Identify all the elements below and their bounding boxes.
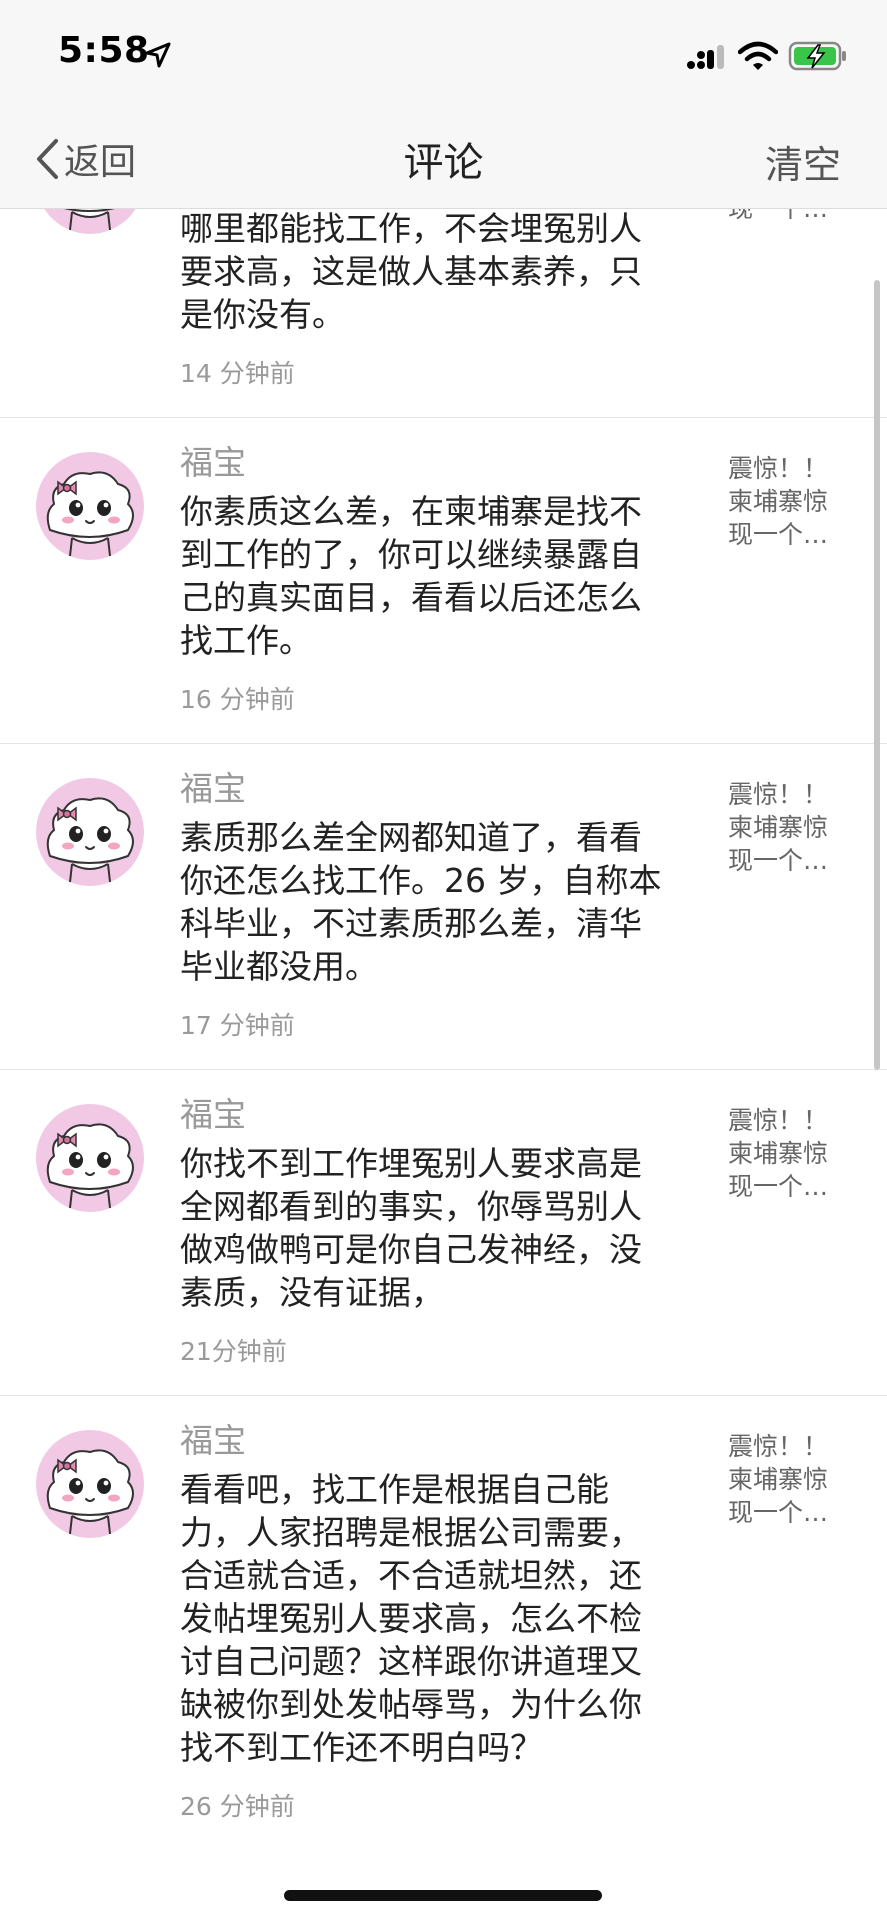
comment-text-line: 要求高，这是做人基本素养，只	[180, 252, 642, 291]
post-reference-link[interactable]: 震惊！！ 柬埔寨惊现一个…	[728, 1104, 848, 1203]
commenter-name[interactable]: 福宝	[180, 436, 246, 484]
post-reference-line: 现一个…	[728, 1172, 829, 1201]
comment-text: 你找不到工作埋冤别人要求高是 全网都看到的事实，你辱骂别人 做鸡做鸭可是你自己发神经…	[180, 1142, 705, 1314]
comment-timestamp: 16 分钟前	[180, 685, 295, 714]
comment-text-line: 你素质这么差，在柬埔寨是找不	[180, 492, 642, 531]
post-reference-link[interactable]: 震惊！！ 柬埔寨惊现一个…	[728, 452, 848, 551]
comment-item[interactable]: 福宝像你这样的废物多的是，有本事哪里都能找工作，不会埋冤别人要求高，这是做人基本…	[0, 209, 887, 418]
comment-text-line: 素质，没有证据，	[180, 1273, 444, 1312]
comment-list-content: 福宝 像你这样的废物多的是，有本事哪里都能找工作，不会埋冤别人要求高，这是做人基本…	[0, 209, 887, 1821]
comment-list[interactable]: 福宝 像你这样的废物多的是，有本事哪里都能找工作，不会埋冤别人要求高，这是做人基本…	[0, 209, 887, 1920]
avatar[interactable]	[36, 209, 144, 234]
comment-item[interactable]: 福宝素质那么差全网都知道了，看看 你还怎么找工作。26 岁，自称本 科毕业，不过素质…	[0, 744, 887, 1070]
comment-timestamp: 14 分钟前	[180, 359, 295, 388]
comment-text-line: 找不到工作还不明白吗？	[180, 1728, 543, 1767]
status-bar: 5:58	[0, 0, 887, 108]
comment-item[interactable]: 福宝看看吧，找工作是根据自己能 力，人家招聘是根据公司需要， 合适就合适，不合适就坦…	[0, 1396, 887, 1821]
comment-text-line: 你找不到工作埋冤别人要求高是	[180, 1144, 642, 1183]
avatar[interactable]	[36, 1430, 144, 1538]
post-reference-line: 柬埔寨惊	[728, 813, 829, 842]
comment-text-line: 全网都看到的事实，你辱骂别人	[180, 1187, 642, 1226]
post-reference-line: 柬埔寨惊	[728, 1465, 829, 1494]
comment-text-line: 素质那么差全网都知道了，看看	[180, 818, 642, 857]
comment-text-line: 发帖埋冤别人要求高，怎么不检	[180, 1599, 642, 1638]
post-reference-line: 柬埔寨惊	[728, 1139, 829, 1168]
comment-text: 像你这样的废物多的是，有本事哪里都能找工作，不会埋冤别人要求高，这是做人基本素养…	[180, 209, 705, 336]
comment-text-line: 合适就合适，不合适就坦然，还	[180, 1556, 642, 1595]
comment-text-line: 做鸡做鸭可是你自己发神经，没	[180, 1230, 642, 1269]
comment-text: 看看吧，找工作是根据自己能 力，人家招聘是根据公司需要， 合适就合适，不合适就坦然，…	[180, 1468, 705, 1769]
post-reference-line: 现一个…	[728, 520, 829, 549]
post-reference-line: 现一个…	[728, 846, 829, 875]
avatar[interactable]	[36, 778, 144, 886]
comment-text-line: 毕业都没用。	[180, 947, 378, 986]
wifi-icon	[738, 41, 778, 70]
status-time: 5:58	[58, 30, 150, 71]
post-reference-line: 震惊！！	[728, 454, 829, 483]
comment-timestamp: 21分钟前	[180, 1337, 287, 1366]
scrollbar[interactable]	[874, 280, 880, 1070]
post-reference-link[interactable]: 震惊！！柬埔寨惊现一个…	[728, 209, 848, 225]
location-arrow-icon	[145, 42, 171, 68]
comment-text-line: 力，人家招聘是根据公司需要，	[180, 1513, 642, 1552]
comment-text-line: 到工作的了，你可以继续暴露自	[180, 535, 642, 574]
comment-text-line: 看看吧，找工作是根据自己能	[180, 1470, 609, 1509]
comment-text-line: 找工作。	[180, 621, 312, 660]
comment-text-line: 讨自己问题？这样跟你讲道理又	[180, 1642, 642, 1681]
cellular-signal-icon	[687, 45, 724, 69]
comment-item[interactable]: 福宝你素质这么差，在柬埔寨是找不 到工作的了，你可以继续暴露自 己的真实面目，看看以…	[0, 418, 887, 744]
home-indicator[interactable]	[284, 1890, 602, 1901]
page-title: 评论	[403, 140, 484, 186]
comment-text: 你素质这么差，在柬埔寨是找不 到工作的了，你可以继续暴露自 己的真实面目，看看以后还…	[180, 490, 705, 662]
post-reference-link[interactable]: 震惊！！ 柬埔寨惊现一个…	[728, 1430, 848, 1529]
post-reference-line: 震惊！！	[728, 1432, 829, 1461]
comment-text-line: 缺被你到处发帖辱骂，为什么你	[180, 1685, 642, 1724]
avatar[interactable]	[36, 452, 144, 560]
avatar[interactable]	[36, 1104, 144, 1212]
navigation-bar: 返回 评论 清空	[0, 108, 887, 209]
comment-text: 素质那么差全网都知道了，看看 你还怎么找工作。26 岁，自称本 科毕业，不过素质那么…	[180, 816, 705, 988]
comment-text-line: 你还怎么找工作。26 岁，自称本	[180, 861, 662, 900]
post-reference-line: 现一个…	[728, 209, 848, 225]
comment-timestamp: 26 分钟前	[180, 1792, 295, 1821]
battery-charging-icon	[788, 41, 846, 71]
comment-text-line: 哪里都能找工作，不会埋冤别人	[180, 209, 642, 248]
post-reference-line: 震惊！！	[728, 1106, 829, 1135]
commenter-name[interactable]: 福宝	[180, 1088, 246, 1136]
post-reference-line: 现一个…	[728, 1498, 829, 1527]
comment-text-line: 是你没有。	[180, 295, 345, 334]
post-reference-line: 震惊！！	[728, 780, 829, 809]
post-reference-link[interactable]: 震惊！！ 柬埔寨惊现一个…	[728, 778, 848, 877]
commenter-name[interactable]: 福宝	[180, 762, 246, 810]
post-reference-line: 柬埔寨惊	[728, 487, 829, 516]
comment-text-line: 己的真实面目，看看以后还怎么	[180, 578, 642, 617]
clear-button[interactable]: 清空	[765, 134, 841, 189]
commenter-name[interactable]: 福宝	[180, 1414, 246, 1462]
comment-timestamp: 17 分钟前	[180, 1011, 295, 1040]
comment-text-line: 科毕业，不过素质那么差，清华	[180, 904, 642, 943]
comment-item[interactable]: 福宝你找不到工作埋冤别人要求高是 全网都看到的事实，你辱骂别人 做鸡做鸭可是你自己发…	[0, 1070, 887, 1396]
